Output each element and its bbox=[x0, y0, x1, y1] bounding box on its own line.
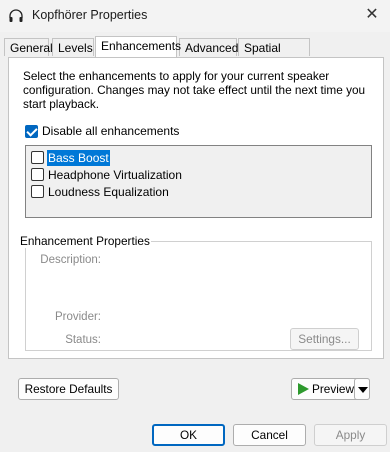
status-label: Status: bbox=[65, 334, 101, 346]
tab-levels[interactable]: Levels bbox=[52, 38, 94, 56]
tab-advanced[interactable]: Advanced bbox=[179, 38, 238, 56]
provider-label: Provider: bbox=[54, 311, 101, 323]
chevron-down-icon bbox=[358, 387, 368, 393]
tab-enhancements[interactable]: Enhancements bbox=[95, 36, 181, 57]
headphones-icon bbox=[9, 9, 23, 22]
settings-button[interactable]: Settings... bbox=[290, 328, 359, 350]
loudness-equalization-label: Loudness Equalization bbox=[48, 185, 169, 199]
close-button[interactable]: ✕ bbox=[360, 4, 384, 26]
preview-label: Preview bbox=[312, 382, 354, 396]
enhancements-description: Select the enhancements to apply for you… bbox=[23, 69, 366, 111]
bass-boost-checkbox[interactable] bbox=[31, 151, 44, 164]
window-title: Kopfhörer Properties bbox=[32, 8, 148, 22]
enhancements-panel: Select the enhancements to apply for you… bbox=[8, 57, 384, 359]
restore-defaults-button[interactable]: Restore Defaults bbox=[18, 378, 119, 400]
disable-all-label: Disable all enhancements bbox=[42, 124, 180, 138]
apply-button[interactable]: Apply bbox=[314, 424, 387, 446]
preview-dropdown-button[interactable] bbox=[354, 378, 370, 400]
tab-general[interactable]: General bbox=[4, 38, 53, 56]
enhancements-list[interactable]: Bass Boost Headphone Virtualization Loud… bbox=[25, 145, 372, 218]
close-icon: ✕ bbox=[365, 6, 379, 23]
tab-spatial-sound[interactable]: Spatial sound bbox=[238, 38, 310, 73]
loudness-equalization-checkbox[interactable] bbox=[31, 185, 44, 198]
ok-button[interactable]: OK bbox=[152, 424, 225, 446]
headphone-virtualization-checkbox[interactable] bbox=[31, 168, 44, 181]
headphone-virtualization-label: Headphone Virtualization bbox=[48, 168, 182, 182]
disable-all-checkbox[interactable] bbox=[25, 125, 38, 138]
title-bar: Kopfhörer Properties ✕ bbox=[0, 0, 390, 32]
description-label: Description: bbox=[40, 254, 101, 266]
cancel-button[interactable]: Cancel bbox=[233, 424, 306, 446]
enhancement-properties-title: Enhancement Properties bbox=[19, 234, 151, 248]
play-icon bbox=[298, 383, 309, 395]
bass-boost-label: Bass Boost bbox=[47, 150, 110, 166]
